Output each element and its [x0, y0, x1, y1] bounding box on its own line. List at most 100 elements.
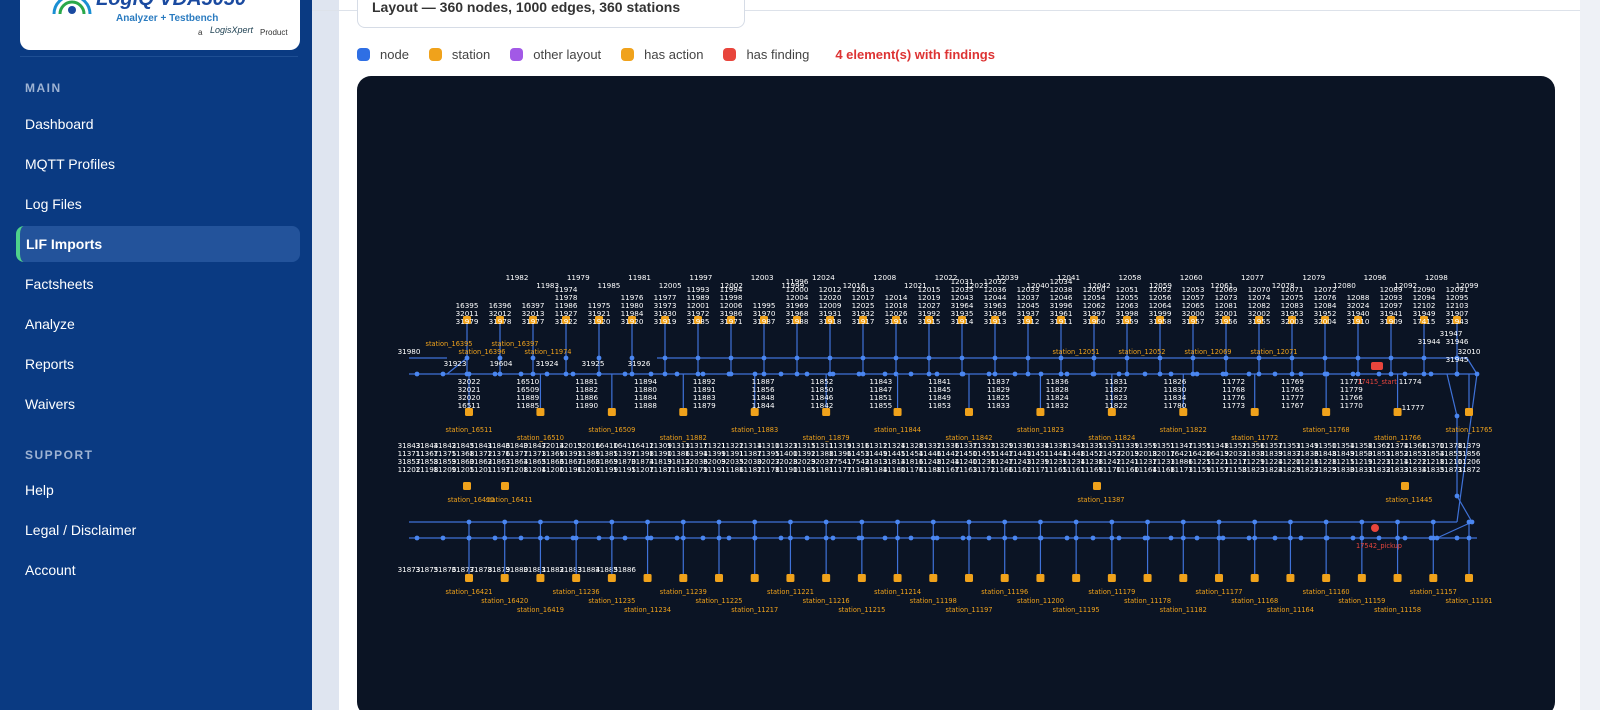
- graph-node[interactable]: [1116, 371, 1122, 377]
- sidebar-item-lif-imports[interactable]: LIF Imports: [16, 226, 300, 262]
- sidebar-item-log-files[interactable]: Log Files: [16, 186, 300, 222]
- graph-node[interactable]: [1324, 371, 1330, 377]
- graph-node[interactable]: [1109, 519, 1115, 525]
- graph-node[interactable]: [1359, 519, 1365, 525]
- graph-node[interactable]: [1428, 371, 1434, 377]
- graph-node[interactable]: [680, 535, 686, 541]
- graph-node[interactable]: [1388, 371, 1394, 377]
- graph-node[interactable]: [960, 535, 966, 541]
- graph-node[interactable]: [992, 371, 998, 377]
- graph-node[interactable]: [752, 371, 758, 377]
- graph-node[interactable]: [502, 535, 508, 541]
- graph-node[interactable]: [934, 535, 940, 541]
- graph-node[interactable]: [1012, 371, 1018, 377]
- graph-node[interactable]: [1252, 535, 1258, 541]
- graph-node[interactable]: [573, 519, 579, 525]
- graph-node[interactable]: [1454, 413, 1460, 419]
- graph-node[interactable]: [466, 535, 472, 541]
- graph-node[interactable]: [1395, 535, 1400, 541]
- graph-node[interactable]: [1194, 535, 1200, 541]
- graph-node[interactable]: [1091, 355, 1097, 361]
- graph-station[interactable]: [1322, 574, 1331, 582]
- graph-node[interactable]: [1289, 371, 1295, 377]
- graph-node[interactable]: [1190, 355, 1196, 361]
- graph-node[interactable]: [1038, 371, 1044, 377]
- graph-node[interactable]: [1216, 519, 1222, 525]
- graph-node[interactable]: [1454, 371, 1460, 377]
- graph-station[interactable]: [607, 574, 616, 582]
- graph-station[interactable]: [893, 408, 902, 416]
- graph-node[interactable]: [596, 535, 602, 541]
- graph-node[interactable]: [502, 519, 508, 525]
- graph-node[interactable]: [563, 355, 569, 361]
- graph-node[interactable]: [1194, 371, 1200, 377]
- graph-station[interactable]: [1322, 408, 1331, 416]
- graph-node[interactable]: [882, 371, 888, 377]
- graph-node[interactable]: [794, 355, 800, 361]
- graph-node[interactable]: [609, 535, 615, 541]
- graph-node[interactable]: [700, 535, 706, 541]
- graph-node[interactable]: [726, 371, 732, 377]
- scrollbar-track[interactable]: [1580, 0, 1600, 710]
- graph-node[interactable]: [662, 371, 668, 377]
- graph-node[interactable]: [908, 371, 914, 377]
- graph-node[interactable]: [1124, 355, 1130, 361]
- graph-node[interactable]: [1454, 493, 1460, 499]
- graph-node[interactable]: [1272, 371, 1278, 377]
- graph-node[interactable]: [414, 371, 420, 377]
- graph-node[interactable]: [1058, 371, 1064, 377]
- sidebar-item-waivers[interactable]: Waivers: [16, 386, 300, 422]
- graph-station[interactable]: [893, 574, 902, 582]
- graph-node[interactable]: [674, 371, 680, 377]
- graph-node[interactable]: [908, 535, 914, 541]
- graph-node[interactable]: [752, 519, 758, 525]
- graph-node[interactable]: [992, 355, 998, 361]
- graph-station[interactable]: [500, 574, 509, 582]
- graph-node[interactable]: [1355, 371, 1361, 377]
- graph-node[interactable]: [1073, 519, 1079, 525]
- sidebar-item-legal-disclaimer[interactable]: Legal / Disclaimer: [16, 512, 300, 548]
- graph-node[interactable]: [934, 371, 940, 377]
- graph-station[interactable]: [1093, 482, 1101, 490]
- graph-node[interactable]: [1090, 371, 1096, 377]
- sidebar-item-factsheets[interactable]: Factsheets: [16, 266, 300, 302]
- graph-node[interactable]: [1454, 535, 1460, 541]
- graph-node[interactable]: [1058, 355, 1064, 361]
- graph-node[interactable]: [1220, 535, 1226, 541]
- graph-node[interactable]: [1256, 355, 1262, 361]
- graph-node[interactable]: [1090, 535, 1096, 541]
- graph-node[interactable]: [966, 535, 972, 541]
- graph-node[interactable]: [1350, 371, 1356, 377]
- graph-station[interactable]: [1465, 574, 1473, 582]
- graph-station[interactable]: [1393, 574, 1402, 582]
- graph-node[interactable]: [1220, 371, 1226, 377]
- graph-node[interactable]: [895, 519, 900, 525]
- graph-node[interactable]: [1395, 519, 1400, 525]
- graph-node[interactable]: [1402, 371, 1408, 377]
- graph-node[interactable]: [1466, 535, 1472, 541]
- graph-node[interactable]: [596, 371, 602, 377]
- graph-node[interactable]: [986, 535, 992, 541]
- graph-node[interactable]: [700, 371, 706, 377]
- graph-station[interactable]: [1250, 408, 1259, 416]
- graph-node[interactable]: [1038, 519, 1043, 525]
- graph-node[interactable]: [492, 371, 498, 377]
- graph-station[interactable]: [1036, 408, 1045, 416]
- graph-node[interactable]: [788, 519, 793, 525]
- graph-node[interactable]: [1298, 535, 1304, 541]
- graph-station[interactable]: [679, 574, 688, 582]
- graph-node[interactable]: [440, 535, 446, 541]
- graph-node[interactable]: [1180, 519, 1186, 525]
- graph-node[interactable]: [497, 371, 503, 377]
- graph-node[interactable]: [695, 355, 701, 361]
- graph-station[interactable]: [463, 482, 471, 490]
- graph-station[interactable]: [1215, 574, 1223, 582]
- graph-node[interactable]: [1289, 355, 1295, 361]
- graph-node[interactable]: [895, 535, 900, 541]
- sidebar-item-account[interactable]: Account: [16, 552, 300, 588]
- graph-node[interactable]: [1002, 519, 1008, 525]
- graph-node[interactable]: [1038, 535, 1044, 541]
- graph-station[interactable]: [1072, 574, 1081, 582]
- graph-node[interactable]: [492, 535, 498, 541]
- graph-node[interactable]: [1469, 519, 1475, 525]
